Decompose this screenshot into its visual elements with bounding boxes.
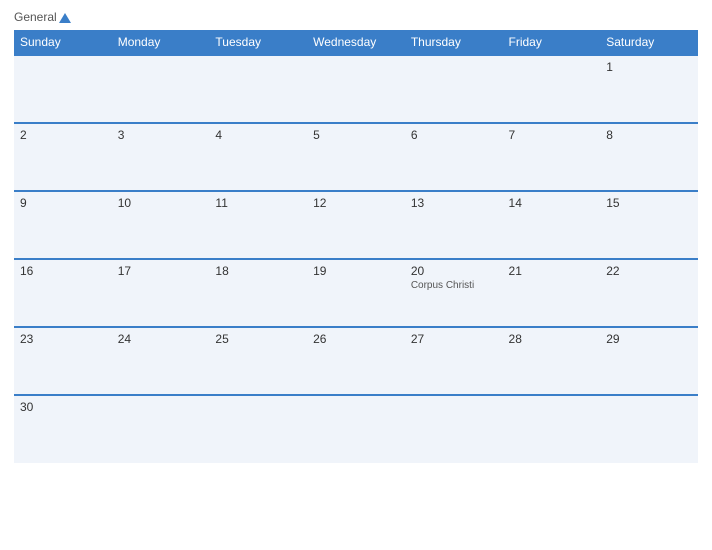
day-number: 10 <box>118 196 204 210</box>
day-number: 5 <box>313 128 399 142</box>
weekday-header-monday: Monday <box>112 30 210 55</box>
day-number: 23 <box>20 332 106 346</box>
calendar-header: General <box>14 10 698 24</box>
week-row-4: 23 24 25 26 27 28 29 <box>14 327 698 395</box>
calendar-cell: 12 <box>307 191 405 259</box>
calendar-cell <box>209 55 307 123</box>
weekday-header-thursday: Thursday <box>405 30 503 55</box>
day-number: 20 <box>411 264 497 278</box>
day-number: 2 <box>20 128 106 142</box>
calendar-cell <box>600 395 698 463</box>
calendar-cell: 1 <box>600 55 698 123</box>
calendar-cell: 26 <box>307 327 405 395</box>
week-row-0: 1 <box>14 55 698 123</box>
day-number: 11 <box>215 196 301 210</box>
day-number: 1 <box>606 60 692 74</box>
calendar-cell: 20 Corpus Christi <box>405 259 503 327</box>
weekday-header-row: SundayMondayTuesdayWednesdayThursdayFrid… <box>14 30 698 55</box>
weekday-header-saturday: Saturday <box>600 30 698 55</box>
week-row-1: 2345678 <box>14 123 698 191</box>
calendar-cell: 29 <box>600 327 698 395</box>
calendar-cell: 19 <box>307 259 405 327</box>
calendar-cell: 21 <box>503 259 601 327</box>
weekday-header-wednesday: Wednesday <box>307 30 405 55</box>
weekday-header-sunday: Sunday <box>14 30 112 55</box>
day-number: 9 <box>20 196 106 210</box>
day-number: 28 <box>509 332 595 346</box>
day-number: 13 <box>411 196 497 210</box>
day-number: 18 <box>215 264 301 278</box>
day-number: 7 <box>509 128 595 142</box>
day-number: 12 <box>313 196 399 210</box>
week-row-2: 9 10 11 12 13 14 15 <box>14 191 698 259</box>
day-number: 27 <box>411 332 497 346</box>
day-number: 22 <box>606 264 692 278</box>
day-number: 14 <box>509 196 595 210</box>
calendar-cell <box>209 395 307 463</box>
calendar-cell: 4 <box>209 123 307 191</box>
logo-general-text: General <box>14 10 71 24</box>
calendar-cell: 15 <box>600 191 698 259</box>
day-number: 16 <box>20 264 106 278</box>
calendar-cell: 17 <box>112 259 210 327</box>
day-number: 4 <box>215 128 301 142</box>
calendar-cell <box>307 395 405 463</box>
calendar-cell: 10 <box>112 191 210 259</box>
calendar-cell <box>112 395 210 463</box>
calendar-cell: 13 <box>405 191 503 259</box>
day-number: 8 <box>606 128 692 142</box>
calendar-cell: 14 <box>503 191 601 259</box>
day-number: 17 <box>118 264 204 278</box>
day-number: 30 <box>20 400 106 414</box>
calendar-cell: 8 <box>600 123 698 191</box>
calendar-cell <box>14 55 112 123</box>
day-number: 3 <box>118 128 204 142</box>
day-number: 24 <box>118 332 204 346</box>
day-number: 19 <box>313 264 399 278</box>
calendar-table: SundayMondayTuesdayWednesdayThursdayFrid… <box>14 30 698 463</box>
week-row-5: 30 <box>14 395 698 463</box>
calendar-cell: 2 <box>14 123 112 191</box>
calendar-cell: 25 <box>209 327 307 395</box>
day-number: 25 <box>215 332 301 346</box>
calendar-cell: 24 <box>112 327 210 395</box>
calendar-cell <box>503 395 601 463</box>
calendar-cell <box>112 55 210 123</box>
calendar-cell <box>405 395 503 463</box>
calendar-cell: 11 <box>209 191 307 259</box>
day-number: 21 <box>509 264 595 278</box>
calendar-cell <box>405 55 503 123</box>
day-number: 26 <box>313 332 399 346</box>
logo: General <box>14 10 71 24</box>
calendar-cell: 16 <box>14 259 112 327</box>
calendar-container: General SundayMondayTuesdayWednesdayThur… <box>0 0 712 550</box>
day-number: 6 <box>411 128 497 142</box>
calendar-cell: 6 <box>405 123 503 191</box>
calendar-cell: 23 <box>14 327 112 395</box>
calendar-cell: 27 <box>405 327 503 395</box>
event-label: Corpus Christi <box>411 280 497 291</box>
calendar-cell: 22 <box>600 259 698 327</box>
calendar-cell: 5 <box>307 123 405 191</box>
week-row-3: 16 17 18 19 20 Corpus Christi 21 22 <box>14 259 698 327</box>
weekday-header-tuesday: Tuesday <box>209 30 307 55</box>
calendar-cell: 28 <box>503 327 601 395</box>
logo-triangle-icon <box>59 13 71 23</box>
day-number: 29 <box>606 332 692 346</box>
calendar-cell: 18 <box>209 259 307 327</box>
calendar-cell: 7 <box>503 123 601 191</box>
day-number: 15 <box>606 196 692 210</box>
calendar-cell: 9 <box>14 191 112 259</box>
weekday-header-friday: Friday <box>503 30 601 55</box>
calendar-cell <box>503 55 601 123</box>
calendar-cell: 30 <box>14 395 112 463</box>
calendar-cell <box>307 55 405 123</box>
calendar-thead: SundayMondayTuesdayWednesdayThursdayFrid… <box>14 30 698 55</box>
calendar-body: 1234567891011121314151617181920Corpus Ch… <box>14 55 698 463</box>
calendar-cell: 3 <box>112 123 210 191</box>
